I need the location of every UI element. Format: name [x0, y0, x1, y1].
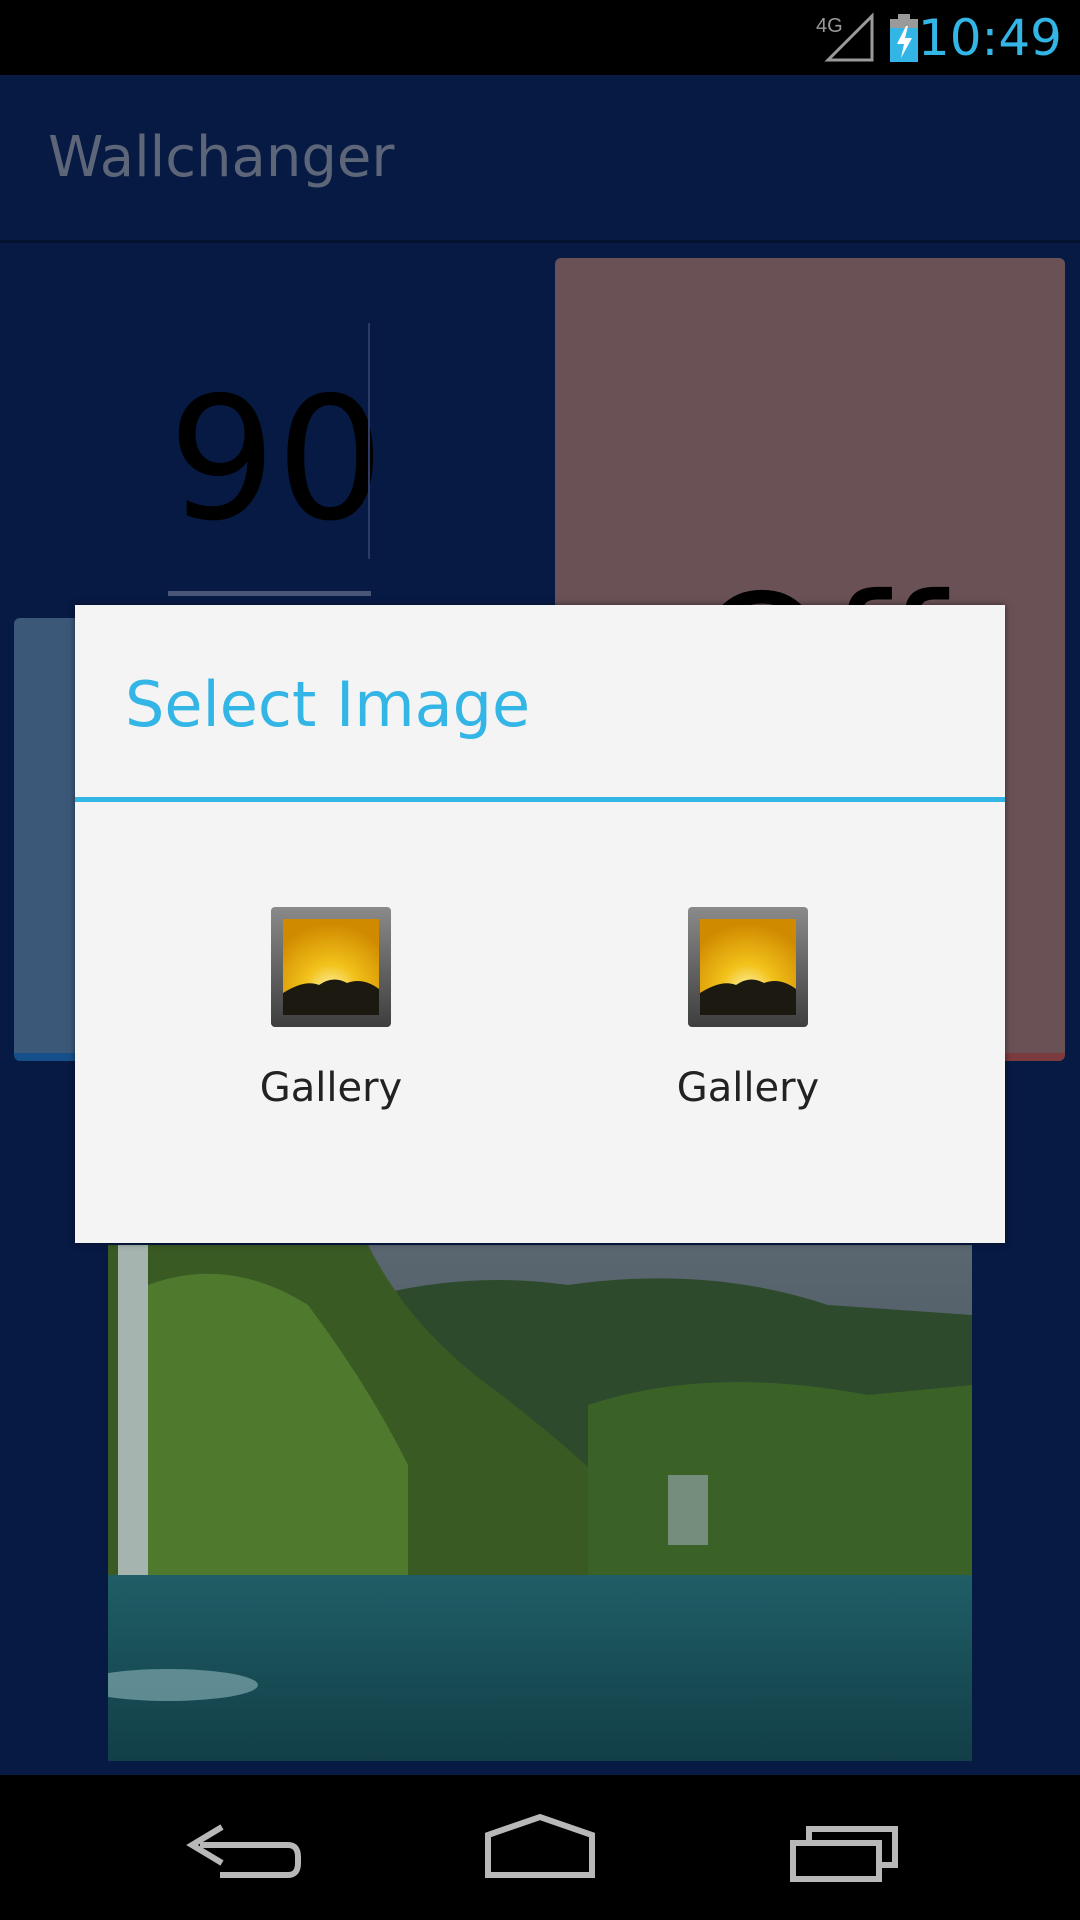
gallery-option-label: Gallery	[259, 1065, 403, 1111]
recent-apps-icon[interactable]	[775, 1805, 915, 1895]
home-icon[interactable]	[470, 1805, 610, 1895]
dialog-divider	[75, 797, 1005, 802]
interval-underline	[168, 591, 371, 596]
select-image-dialog: Select Image Gallery Gallery	[75, 605, 1005, 1243]
navigation-bar	[0, 1775, 1080, 1920]
status-time: 10:49	[917, 9, 1062, 67]
landscape-image	[108, 1245, 972, 1761]
wallpaper-preview[interactable]	[108, 1245, 972, 1761]
signal-4g-icon: 4G	[816, 12, 874, 62]
gallery-option-label: Gallery	[676, 1065, 820, 1111]
status-bar: 4G 10:49	[0, 0, 1080, 75]
interval-input[interactable]: 90	[168, 315, 385, 595]
gallery-option-2[interactable]: Gallery	[598, 905, 898, 1145]
svg-text:4G: 4G	[816, 15, 843, 37]
app-title: Wallchanger	[48, 125, 395, 190]
dialog-title: Select Image	[125, 668, 531, 741]
interval-value: 90	[168, 361, 385, 559]
gallery-icon	[271, 907, 391, 1027]
gallery-option-1[interactable]: Gallery	[181, 905, 481, 1145]
back-icon[interactable]	[170, 1805, 310, 1895]
action-bar: Wallchanger	[0, 75, 1080, 243]
battery-charging-icon	[890, 14, 918, 62]
gallery-icon	[688, 907, 808, 1027]
text-cursor	[368, 323, 370, 559]
